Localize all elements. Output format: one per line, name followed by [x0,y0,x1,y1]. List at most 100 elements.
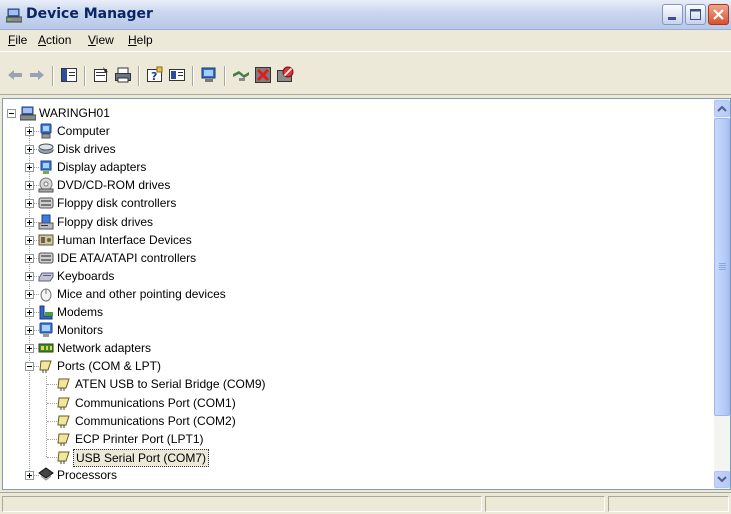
update-driver-icon[interactable] [232,66,250,84]
tree-device[interactable]: ATEN USB to Serial Bridge (COM9) [75,376,266,392]
expand-toggle[interactable] [25,145,34,154]
disk-drive-icon [38,143,54,154]
port-icon [57,378,70,391]
plus-icon [27,256,32,261]
tree-category[interactable]: Display adapters [57,159,146,175]
expand-toggle[interactable] [25,290,34,299]
expand-toggle[interactable] [25,218,34,227]
expand-toggle[interactable] [25,471,34,480]
expand-toggle[interactable] [25,344,34,353]
selected-tree-item[interactable]: USB Serial Port (COM7) [73,449,210,467]
plus-icon [27,292,32,297]
minus-icon [27,366,32,367]
computer-root-icon [20,106,36,121]
tree-category[interactable]: Floppy disk controllers [57,195,176,211]
tree-category[interactable]: Network adapters [57,340,151,356]
expand-toggle[interactable] [25,199,34,208]
tree-category[interactable]: Monitors [57,322,103,338]
chevron-up-icon [717,105,727,112]
tree-category[interactable]: Keyboards [57,268,114,284]
display-adapter-icon [40,160,52,174]
monitor-icon [39,322,53,337]
tree-category[interactable]: Floppy disk drives [57,214,153,230]
properties-icon[interactable] [92,66,110,84]
svg-text:?: ? [151,70,157,83]
menu-action[interactable]: Action [38,33,71,47]
status-panel [2,496,482,512]
tree-category[interactable]: Ports (COM & LPT) [57,358,161,374]
help-icon[interactable]: ? [146,66,164,84]
toolbar-separator [84,66,86,86]
minimize-button[interactable] [662,4,683,25]
tree-category[interactable]: Modems [57,304,103,320]
plus-icon [27,328,32,333]
plus-icon [27,238,32,243]
keyboard-icon [38,272,54,282]
menu-view[interactable]: View [88,33,114,47]
scroll-down-button[interactable] [714,471,730,488]
scroll-up-button[interactable] [714,100,730,117]
chevron-down-icon [717,476,727,483]
disable-icon[interactable] [276,66,294,84]
minimize-icon [668,17,676,20]
collapse-toggle[interactable] [25,362,34,371]
tree-device[interactable]: ECP Printer Port (LPT1) [75,431,203,447]
tree-category[interactable]: Computer [57,123,110,139]
expand-toggle[interactable] [25,254,34,263]
tree-category[interactable]: Disk drives [57,141,116,157]
plus-icon [27,274,32,279]
device-tree[interactable]: WARINGH01 Computer Disk drives Display a… [2,98,731,490]
expand-toggle[interactable] [25,236,34,245]
scan-hardware-icon[interactable] [200,66,218,84]
plus-icon [27,147,32,152]
expand-toggle[interactable] [25,308,34,317]
vertical-scrollbar[interactable] [714,99,730,489]
back-arrow-icon[interactable] [6,66,24,84]
status-panel [485,496,605,512]
tree-category[interactable]: Mice and other pointing devices [57,286,226,302]
menu-file[interactable]: File [8,33,27,47]
toolbar-separator [138,66,140,86]
tree-device[interactable]: Communications Port (COM2) [75,413,236,429]
expand-toggle[interactable] [25,127,34,136]
tree-root-label[interactable]: WARINGH01 [39,105,110,121]
forward-arrow-icon[interactable] [28,66,46,84]
plus-icon [27,220,32,225]
hid-icon [38,234,54,246]
toolbar-separator [224,66,226,86]
plus-icon [27,310,32,315]
show-hide-tree-icon[interactable] [60,66,78,84]
tree-category[interactable]: Human Interface Devices [57,232,192,248]
plus-icon [27,183,32,188]
expand-toggle[interactable] [25,163,34,172]
root-collapse-toggle[interactable] [7,109,16,118]
menu-help[interactable]: Help [128,33,153,47]
processor-icon [38,467,54,481]
scroll-thumb[interactable] [714,118,730,416]
plus-icon [27,201,32,206]
title-bar[interactable]: Device Manager [0,0,731,30]
device-manager-icon [6,8,22,23]
minus-icon [9,113,14,114]
port-icon [39,360,52,373]
maximize-button[interactable] [685,4,706,25]
expand-toggle[interactable] [25,272,34,281]
view-icon[interactable] [168,66,186,84]
tree-category[interactable]: Processors [57,467,117,483]
dvd-drive-icon [38,177,54,193]
tree-connector [29,124,31,477]
tree-device[interactable]: Communications Port (COM1) [75,395,236,411]
tree-category[interactable]: IDE ATA/ATAPI controllers [57,250,196,266]
plus-icon [27,165,32,170]
expand-toggle[interactable] [25,181,34,190]
tree-category[interactable]: DVD/CD-ROM drives [57,177,170,193]
network-adapter-icon [38,343,54,353]
ide-controller-icon [38,252,54,264]
print-icon[interactable] [114,66,132,84]
expand-toggle[interactable] [25,326,34,335]
tree-connector [46,376,48,457]
window-title: Device Manager [26,6,153,22]
uninstall-icon[interactable] [254,66,272,84]
close-button[interactable] [708,4,729,25]
floppy-controller-icon [38,197,54,209]
